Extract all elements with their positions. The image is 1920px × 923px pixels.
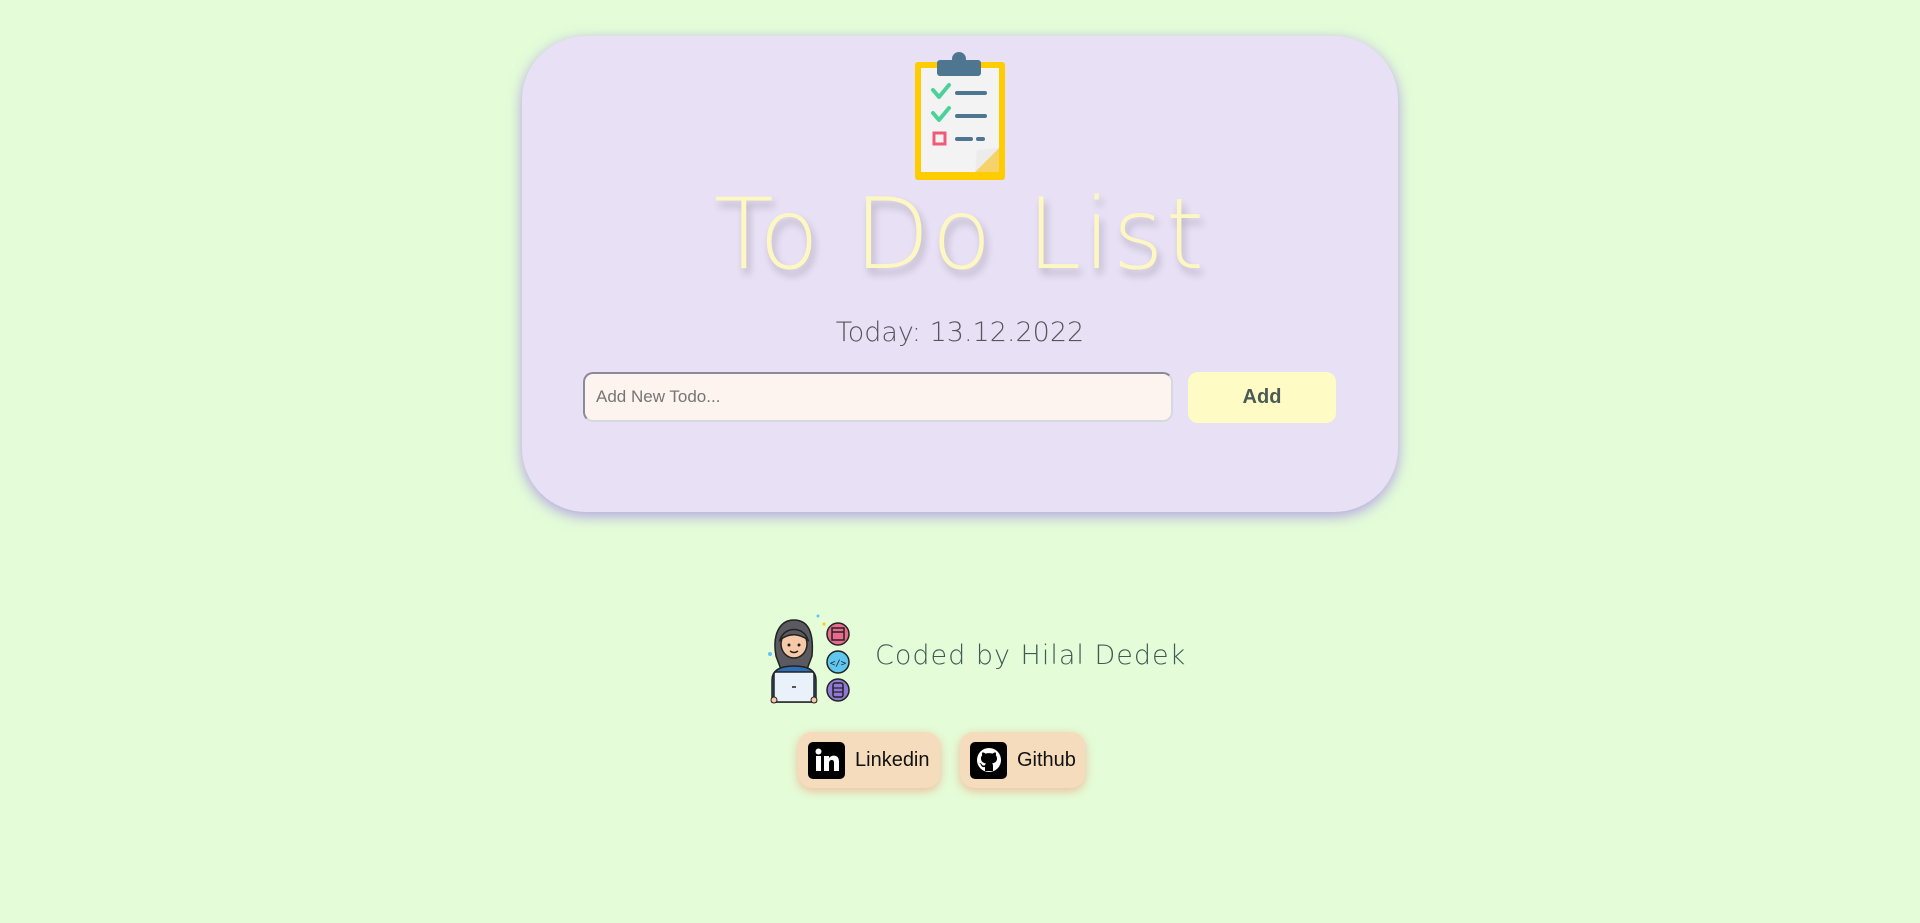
linkedin-link[interactable]: Linkedin	[798, 732, 940, 788]
svg-text:</>: </>	[830, 659, 847, 669]
today-date: Today: 13.12.2022	[835, 317, 1085, 348]
page-title: To Do List	[713, 178, 1207, 292]
add-todo-button[interactable]: Add	[1188, 372, 1336, 423]
github-label: Github	[1017, 748, 1076, 771]
new-todo-input[interactable]	[583, 372, 1173, 422]
todo-card: To Do List Today: 13.12.2022 Add	[522, 36, 1398, 512]
linkedin-icon	[808, 741, 845, 779]
clipboard-checklist-icon	[915, 52, 1005, 180]
coded-by-credit: Coded by Hilal Dedek	[875, 640, 1187, 671]
github-icon	[970, 741, 1007, 779]
github-link[interactable]: Github	[960, 732, 1085, 788]
developer-avatar-icon: </>	[768, 614, 850, 704]
linkedin-label: Linkedin	[855, 748, 930, 771]
